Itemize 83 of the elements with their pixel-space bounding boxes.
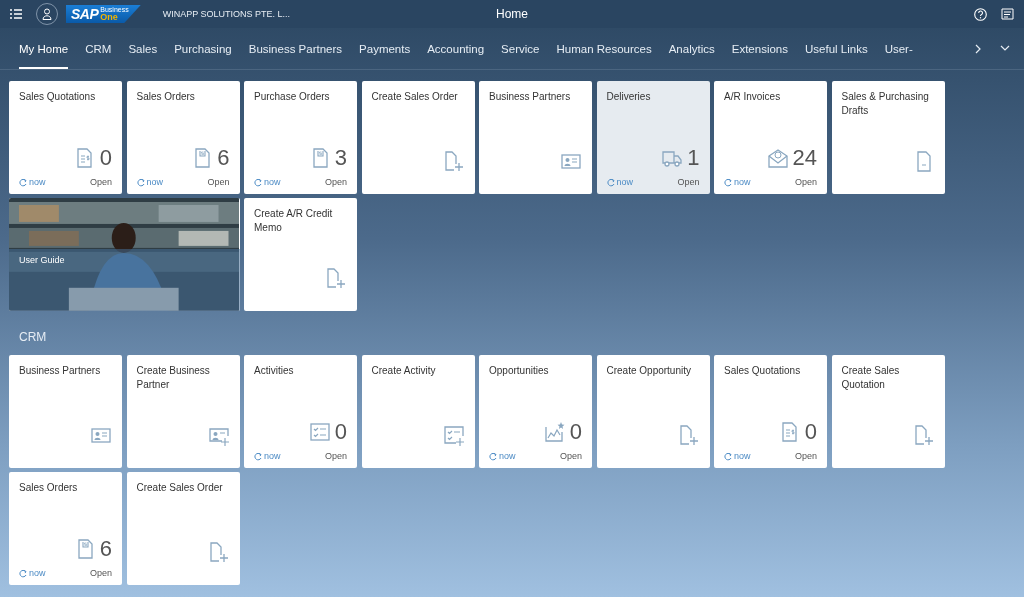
tile[interactable]: Sales Quotations 0 now Open	[9, 81, 122, 194]
refresh-status: now	[19, 568, 46, 578]
tile-count: 0	[569, 421, 582, 443]
nav-tab[interactable]: Human Resources	[556, 28, 652, 69]
tile-count: 6	[217, 147, 230, 169]
nav-tab[interactable]: Purchasing	[174, 28, 232, 69]
tile[interactable]: Business Partners	[479, 81, 592, 194]
nav-tab[interactable]: Useful Links	[805, 28, 868, 69]
nav-tab[interactable]: Sales	[128, 28, 158, 69]
tile-title: Opportunities	[489, 364, 550, 378]
tile-title: User Guide	[19, 255, 65, 265]
tile-status: Open	[559, 451, 582, 461]
tile-status: Open	[207, 177, 230, 187]
refresh-status: now	[724, 451, 751, 461]
nav-tab[interactable]: Analytics	[668, 28, 715, 69]
tile-status: Open	[677, 177, 700, 187]
company-name: WINAPP SOLUTIONS PTE. L...	[162, 9, 291, 19]
tile-title: Business Partners	[489, 90, 572, 104]
tile-title: Sales & Purchasing Drafts	[841, 90, 930, 118]
refresh-status: now	[136, 177, 163, 187]
tile[interactable]: Create Sales Order	[126, 472, 240, 585]
tile-status: Open	[794, 451, 817, 461]
refresh-status: now	[724, 177, 751, 187]
tile[interactable]: Purchase Orders 3 now Open	[244, 81, 357, 194]
tile[interactable]: Activities 0 now Open	[244, 355, 357, 468]
tile-title: Purchase Orders	[254, 90, 331, 104]
tile[interactable]: Create Activity	[361, 355, 475, 468]
tile[interactable]: Create Opportunity	[596, 355, 710, 468]
tile-title: Create Activity	[371, 364, 437, 378]
tile-count: 3	[334, 147, 347, 169]
refresh-status: now	[254, 451, 281, 461]
tile-count: 0	[99, 147, 112, 169]
tile[interactable]: Sales & Purchasing Drafts	[831, 81, 945, 194]
tile-title: Business Partners	[19, 364, 102, 378]
nav-tab[interactable]: Payments	[359, 28, 411, 69]
tile[interactable]: Sales Orders 6 now Open	[9, 472, 122, 585]
tile[interactable]: Create A/R Credit Memo	[244, 198, 357, 311]
tile[interactable]: Sales Quotations 0 now Open	[714, 355, 827, 468]
tile-title: Create Sales Order	[136, 481, 224, 495]
refresh-status: now	[489, 451, 516, 461]
nav-tab[interactable]: Business Partners	[248, 28, 343, 69]
tile-title: Sales Quotations	[724, 364, 802, 378]
tile-count: 24	[792, 147, 817, 169]
tile-status: Open	[324, 451, 347, 461]
page-title: Home	[496, 7, 528, 21]
tile-title: Sales Orders	[136, 90, 196, 104]
tile-title: Create Sales Quotation	[841, 364, 901, 392]
tile-title: Create Business Partner	[136, 364, 211, 392]
tile[interactable]: User Guide	[9, 198, 240, 311]
tile-count: 0	[804, 421, 817, 443]
tile-title: Create Sales Order	[371, 90, 459, 104]
nav-tab[interactable]: CRM	[85, 28, 112, 69]
section-title: CRM	[19, 330, 47, 344]
tile[interactable]: Create Business Partner	[126, 355, 240, 468]
nav-tab[interactable]: Accounting	[427, 28, 485, 69]
tile[interactable]: Business Partners	[9, 355, 122, 468]
tile-title: Create A/R Credit Memo	[254, 207, 334, 235]
tile-title: Sales Orders	[19, 481, 79, 495]
tile-count: 1	[687, 147, 700, 169]
tile-status: Open	[89, 568, 112, 578]
refresh-status: now	[254, 177, 281, 187]
tile[interactable]: Opportunities 0 now Open	[479, 355, 592, 468]
tile-title: Sales Quotations	[19, 90, 97, 104]
nav-tab[interactable]: My Home	[19, 28, 69, 69]
tile[interactable]: Create Sales Quotation	[831, 355, 945, 468]
refresh-status: now	[606, 177, 633, 187]
tile[interactable]: A/R Invoices 24 now Open	[714, 81, 827, 194]
tile[interactable]: Deliveries 1 now Open	[596, 81, 710, 194]
nav-tab[interactable]: Extensions	[731, 28, 788, 69]
tile[interactable]: Sales Orders 6 now Open	[126, 81, 240, 194]
tile-status: Open	[794, 177, 817, 187]
tile-title: Create Opportunity	[606, 364, 692, 378]
tile-title: Activities	[254, 364, 295, 378]
tile[interactable]: Create Sales Order	[361, 81, 475, 194]
tile-count: 6	[99, 538, 112, 560]
tile-status: Open	[89, 177, 112, 187]
tile-status: Open	[324, 177, 347, 187]
tile-count: 0	[334, 421, 347, 443]
tile-title: Deliveries	[606, 90, 652, 104]
nav-tab[interactable]: Service	[501, 28, 540, 69]
tile-title: A/R Invoices	[724, 90, 782, 104]
refresh-status: now	[19, 177, 46, 187]
nav-tab[interactable]: User-	[884, 28, 913, 69]
